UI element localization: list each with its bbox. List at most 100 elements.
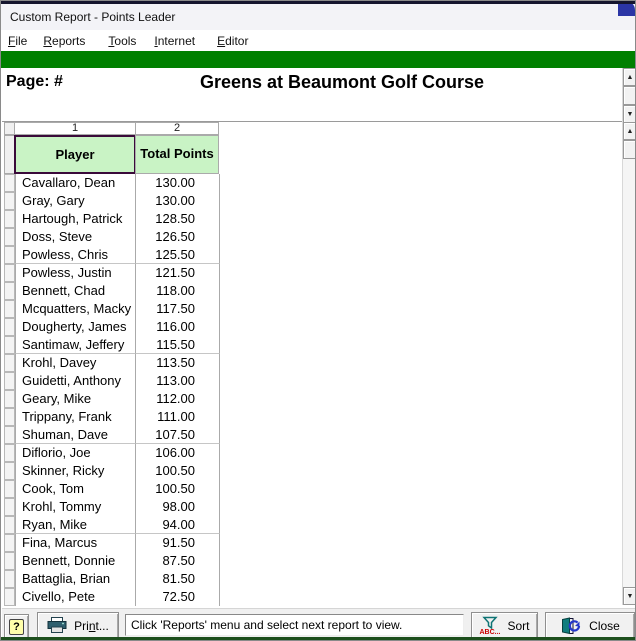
row-header-cell[interactable]	[4, 390, 15, 408]
points-cell[interactable]: 100.50	[136, 462, 220, 480]
row-header-cell[interactable]	[4, 336, 15, 354]
player-cell[interactable]: Geary, Mike	[15, 390, 136, 408]
help-button[interactable]: ?	[4, 614, 29, 639]
points-cell[interactable]: 116.00	[136, 318, 220, 336]
row-header-cell[interactable]	[4, 552, 15, 570]
player-cell[interactable]: Shuman, Dave	[15, 426, 136, 444]
points-cell[interactable]: 87.50	[136, 552, 220, 570]
player-cell[interactable]: Doss, Steve	[15, 228, 136, 246]
header-scrollbar[interactable]: ▲ ▼	[622, 68, 635, 123]
points-cell[interactable]: 107.50	[136, 426, 220, 444]
points-cell[interactable]: 128.50	[136, 210, 220, 228]
row-header-cell[interactable]	[4, 228, 15, 246]
points-cell[interactable]: 94.00	[136, 516, 220, 534]
table-scrollbar-thumb[interactable]	[623, 140, 635, 159]
player-cell[interactable]: Civello, Pete	[15, 588, 136, 606]
menu-tools[interactable]: Tools	[103, 32, 141, 50]
points-cell[interactable]: 113.50	[136, 354, 220, 372]
player-cell[interactable]: Diflorio, Joe	[15, 444, 136, 462]
points-cell[interactable]: 125.50	[136, 246, 220, 264]
row-header-cell[interactable]	[4, 588, 15, 606]
row-header-cell[interactable]	[4, 534, 15, 552]
points-cell[interactable]: 121.50	[136, 264, 220, 282]
title-bar[interactable]: Custom Report - Points Leader	[1, 4, 635, 30]
points-cell[interactable]: 130.00	[136, 174, 220, 192]
report-title: Greens at Beaumont Golf Course	[200, 72, 485, 92]
sort-button[interactable]: ABC... Sort	[471, 612, 538, 639]
points-cell[interactable]: 111.00	[136, 408, 220, 426]
header-scrollbar-thumb[interactable]	[623, 86, 635, 105]
player-cell[interactable]: Skinner, Ricky	[15, 462, 136, 480]
points-cell[interactable]: 98.00	[136, 498, 220, 516]
menu-editor[interactable]: Editor	[212, 32, 253, 50]
points-cell[interactable]: 106.00	[136, 444, 220, 462]
total-points-column-header[interactable]: Total Points	[135, 135, 219, 174]
player-cell[interactable]: Santimaw, Jeffery	[15, 336, 136, 354]
player-cell[interactable]: Cavallaro, Dean	[15, 174, 136, 192]
player-cell[interactable]: Fina, Marcus	[15, 534, 136, 552]
points-cell[interactable]: 130.00	[136, 192, 220, 210]
print-button[interactable]: Print...	[37, 612, 119, 639]
player-cell[interactable]: Bennett, Chad	[15, 282, 136, 300]
points-cell[interactable]: 81.50	[136, 570, 220, 588]
row-header-cell[interactable]	[4, 318, 15, 336]
table-scroll-down-button[interactable]: ▼	[623, 587, 635, 605]
table-scrollbar[interactable]: ▲ ▼	[622, 122, 635, 605]
player-cell[interactable]: Dougherty, James	[15, 318, 136, 336]
row-header-cell[interactable]	[4, 264, 15, 282]
player-cell[interactable]: Krohl, Davey	[15, 354, 136, 372]
points-cell[interactable]: 117.50	[136, 300, 220, 318]
row-header-cell[interactable]	[4, 570, 15, 588]
menu-file[interactable]: File	[3, 32, 32, 50]
menu-internet[interactable]: Internet	[149, 32, 200, 50]
row-header-cell[interactable]	[4, 300, 15, 318]
row-header-cell[interactable]	[4, 426, 15, 444]
player-cell[interactable]: Cook, Tom	[15, 480, 136, 498]
header-scroll-down-button[interactable]: ▼	[623, 105, 635, 123]
close-button[interactable]: Close	[545, 612, 635, 639]
points-cell[interactable]: 115.50	[136, 336, 220, 354]
player-cell[interactable]: Powless, Chris	[15, 246, 136, 264]
row-header-cell[interactable]	[4, 516, 15, 534]
player-cell[interactable]: Krohl, Tommy	[15, 498, 136, 516]
player-cell[interactable]: Hartough, Patrick	[15, 210, 136, 228]
row-header-cell[interactable]	[4, 498, 15, 516]
player-cell[interactable]: Mcquatters, Macky	[15, 300, 136, 318]
player-cell[interactable]: Powless, Justin	[15, 264, 136, 282]
status-message-box: Click 'Reports' menu and select next rep…	[125, 614, 464, 636]
row-header-cell[interactable]	[4, 282, 15, 300]
points-cell[interactable]: 91.50	[136, 534, 220, 552]
points-cell[interactable]: 126.50	[136, 228, 220, 246]
column-number-1[interactable]: 1	[14, 122, 136, 135]
column-number-2[interactable]: 2	[135, 122, 219, 135]
scroll-down-icon: ▼	[626, 110, 634, 118]
points-cell[interactable]: 118.00	[136, 282, 220, 300]
row-header-cell[interactable]	[4, 210, 15, 228]
table-scroll-up-button[interactable]: ▲	[623, 122, 635, 140]
row-header-cell[interactable]	[4, 246, 15, 264]
row-header-cell[interactable]	[4, 192, 15, 210]
menu-internet-rest: nternet	[157, 33, 196, 48]
player-cell[interactable]: Gray, Gary	[15, 192, 136, 210]
menu-file-rest: ile	[15, 33, 28, 48]
row-header-cell[interactable]	[4, 408, 15, 426]
points-cell[interactable]: 72.50	[136, 588, 220, 606]
player-cell[interactable]: Battaglia, Brian	[15, 570, 136, 588]
row-header-cell[interactable]	[4, 462, 15, 480]
row-header-cell[interactable]	[4, 354, 15, 372]
player-cell[interactable]: Bennett, Donnie	[15, 552, 136, 570]
menu-editor-mnemonic: E	[217, 33, 226, 48]
menu-reports[interactable]: Reports	[38, 32, 90, 50]
player-cell[interactable]: Guidetti, Anthony	[15, 372, 136, 390]
points-cell[interactable]: 112.00	[136, 390, 220, 408]
player-cell[interactable]: Trippany, Frank	[15, 408, 136, 426]
points-cell[interactable]: 113.00	[136, 372, 220, 390]
player-cell[interactable]: Ryan, Mike	[15, 516, 136, 534]
row-header-cell[interactable]	[4, 444, 15, 462]
row-header-cell[interactable]	[4, 480, 15, 498]
row-header-cell[interactable]	[4, 372, 15, 390]
points-cell[interactable]: 100.50	[136, 480, 220, 498]
row-header-cell[interactable]	[4, 174, 15, 192]
header-scroll-up-button[interactable]: ▲	[623, 68, 635, 86]
player-column-header[interactable]: Player	[14, 135, 136, 174]
